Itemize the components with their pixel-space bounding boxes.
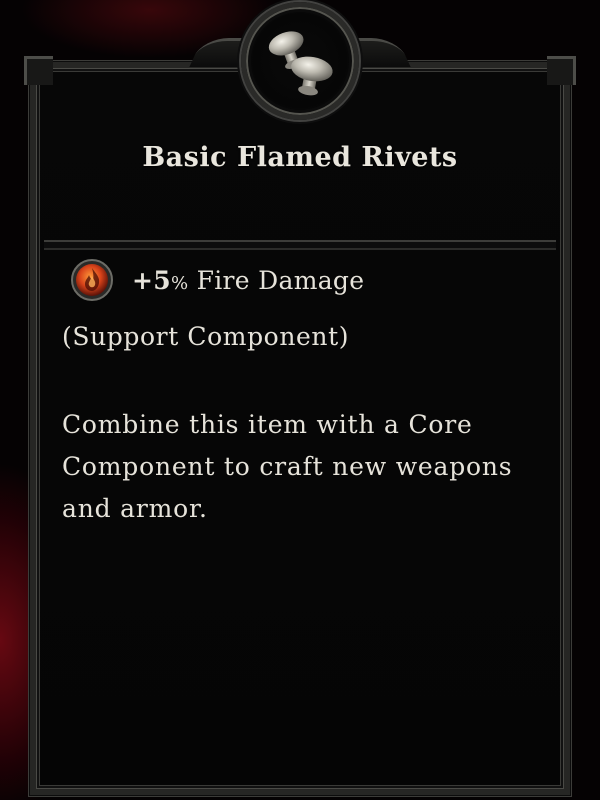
item-description: Combine this item with a Core Component …: [62, 410, 513, 523]
stat-label: Fire Damage: [196, 265, 365, 295]
item-subtype: (Support Component): [62, 322, 350, 351]
stat-value: +5: [132, 265, 171, 295]
stat-unit: %: [170, 272, 189, 294]
rivets-icon: [268, 31, 333, 96]
stat-row: +5% Fire Damage: [70, 258, 364, 302]
frame-corner-top-left: [24, 56, 53, 85]
item-icon-medallion: [241, 2, 359, 120]
frame-corner-top-right: [547, 56, 576, 85]
fire-damage-icon: [71, 259, 113, 301]
stat-text: +5% Fire Damage: [132, 266, 364, 295]
section-divider: [44, 240, 556, 250]
item-name: Basic Flamed Rivets: [142, 142, 458, 173]
